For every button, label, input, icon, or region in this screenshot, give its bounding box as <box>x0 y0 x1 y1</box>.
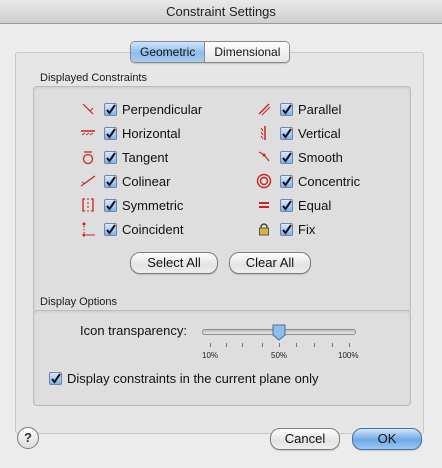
constraint-equal: Equal <box>256 196 331 214</box>
current-plane-checkbox[interactable] <box>49 371 62 385</box>
tick-label-10: 10% <box>202 351 219 360</box>
concentric-label: Concentric <box>298 173 361 189</box>
symmetric-checkbox[interactable] <box>104 198 117 212</box>
constraint-tangent: Tangent <box>80 148 168 166</box>
parallel-icon <box>256 101 272 117</box>
smooth-checkbox[interactable] <box>280 150 293 164</box>
constraint-symmetric: Symmetric <box>80 196 183 214</box>
coincident-label: Coincident <box>122 221 184 237</box>
perpendicular-checkbox[interactable] <box>104 102 117 116</box>
constraint-parallel: Parallel <box>256 100 341 118</box>
constraint-vertical: Vertical <box>256 124 341 142</box>
colinear-checkbox[interactable] <box>104 174 117 188</box>
window-title: Constraint Settings <box>0 0 442 24</box>
concentric-icon <box>256 173 272 189</box>
constraint-horizontal: Horizontal <box>80 124 181 142</box>
equal-checkbox[interactable] <box>280 198 293 212</box>
colinear-label: Colinear <box>122 173 171 189</box>
perpendicular-label: Perpendicular <box>122 101 203 117</box>
tangent-icon <box>80 149 96 165</box>
displayed-constraints-label: Displayed Constraints <box>40 72 147 84</box>
horizontal-label: Horizontal <box>122 125 181 141</box>
cancel-button[interactable]: Cancel <box>270 428 340 450</box>
constraint-concentric: Concentric <box>256 172 360 190</box>
select-all-button[interactable]: Select All <box>130 252 218 274</box>
smooth-icon <box>256 149 272 165</box>
current-plane-option: Display constraints in the current plane… <box>49 369 318 387</box>
slider-tick <box>279 343 280 347</box>
current-plane-label: Display constraints in the current plane… <box>67 370 319 386</box>
smooth-label: Smooth <box>298 149 343 165</box>
slider-tick <box>210 343 211 347</box>
vertical-checkbox[interactable] <box>280 126 293 140</box>
vertical-icon <box>256 125 272 141</box>
symmetric-label: Symmetric <box>122 197 184 213</box>
perpendicular-icon <box>80 101 96 117</box>
slider-tick <box>262 343 263 347</box>
ok-button[interactable]: OK <box>352 428 422 450</box>
colinear-icon <box>80 173 96 189</box>
help-button[interactable]: ? <box>17 427 39 449</box>
transparency-slider-thumb[interactable] <box>272 324 286 341</box>
concentric-checkbox[interactable] <box>280 174 293 188</box>
fix-checkbox[interactable] <box>280 222 293 236</box>
display-options-label: Display Options <box>40 296 118 308</box>
horizontal-icon <box>80 125 96 141</box>
constraint-smooth: Smooth <box>256 148 343 166</box>
equal-label: Equal <box>298 197 332 213</box>
slider-tick <box>314 343 315 347</box>
constraint-perpendicular: Perpendicular <box>80 100 202 118</box>
vertical-label: Vertical <box>298 125 341 141</box>
tab-geometric[interactable]: Geometric <box>131 42 205 62</box>
coincident-checkbox[interactable] <box>104 222 117 236</box>
constraint-fix: Fix <box>256 220 315 238</box>
fix-label: Fix <box>298 221 316 237</box>
symmetric-icon <box>80 197 96 213</box>
constraint-coincident: Coincident <box>80 220 183 238</box>
tab-bar: Geometric Dimensional <box>130 41 291 63</box>
tick-label-50: 50% <box>271 351 288 360</box>
constraint-colinear: Colinear <box>80 172 170 190</box>
equal-icon <box>256 197 272 213</box>
slider-tick <box>349 343 350 347</box>
icon-transparency-label: Icon transparency: <box>80 323 187 338</box>
coincident-icon <box>80 221 96 237</box>
tick-label-100: 100% <box>338 351 359 360</box>
horizontal-checkbox[interactable] <box>104 126 117 140</box>
tangent-checkbox[interactable] <box>104 150 117 164</box>
slider-tick <box>226 343 227 347</box>
tangent-label: Tangent <box>122 149 169 165</box>
tab-dimensional[interactable]: Dimensional <box>204 42 290 62</box>
parallel-label: Parallel <box>298 101 342 117</box>
slider-tick <box>296 343 297 347</box>
slider-tick <box>242 343 243 347</box>
lock-icon <box>256 221 272 237</box>
parallel-checkbox[interactable] <box>280 102 293 116</box>
slider-tick <box>332 343 333 347</box>
clear-all-button[interactable]: Clear All <box>229 252 311 274</box>
dialog-content: Geometric Dimensional Displayed Constrai… <box>0 24 442 468</box>
